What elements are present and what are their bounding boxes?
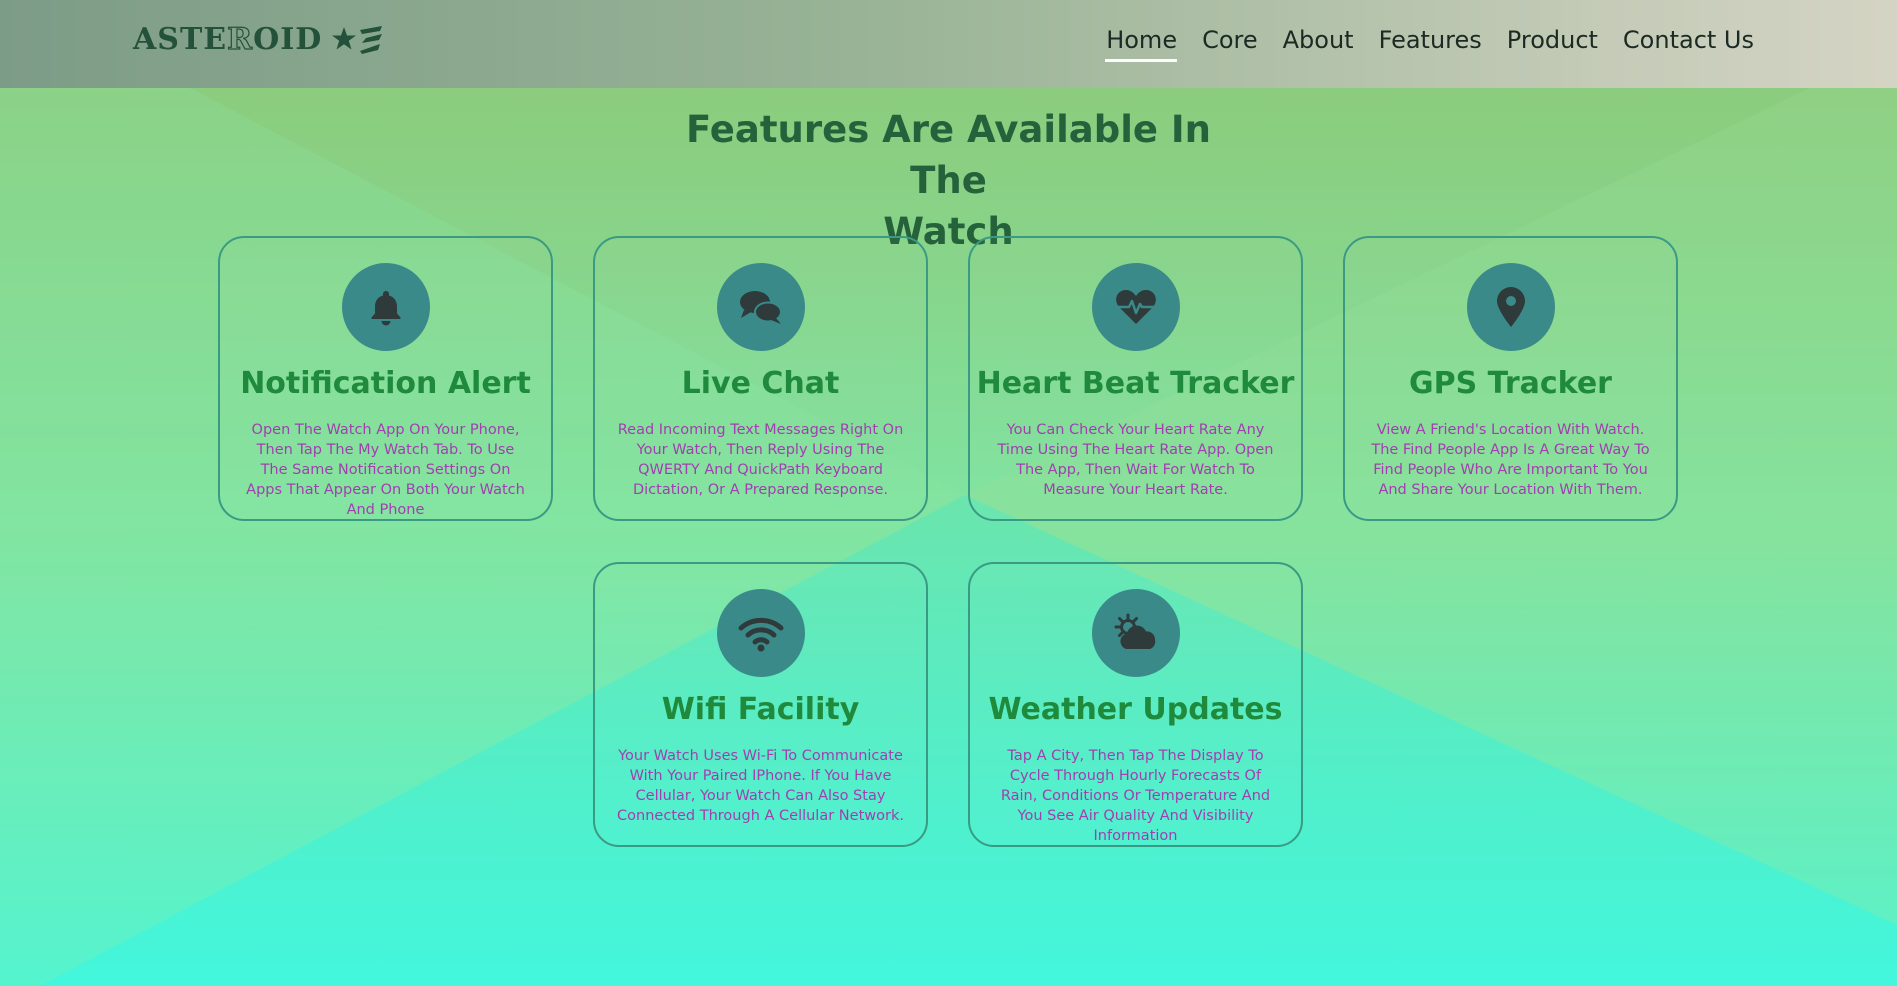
feature-card-live-chat: Live Chat Read Incoming Text Messages Ri…	[593, 236, 928, 521]
site-header: ASTE R OID Home Core About Features Produc…	[0, 0, 1897, 88]
feature-card-weather-updates: Weather Updates Tap A City, Then Tap The…	[968, 562, 1303, 847]
card-title: Live Chat	[681, 366, 840, 401]
wifi-icon	[716, 589, 805, 677]
main-nav: Home Core About Features Product Contact…	[1093, 26, 1766, 62]
page-title: Features Are Available In The Watch	[649, 104, 1249, 257]
feature-card-gps-tracker: GPS Tracker View A Friend's Location Wit…	[1343, 236, 1678, 521]
card-description: Open The Watch App On Your Phone, Then T…	[246, 422, 525, 518]
nav-item-home[interactable]: Home	[1093, 26, 1189, 62]
map-pin-icon	[1466, 263, 1555, 351]
title-line-1: Features Are Available In The	[686, 108, 1211, 202]
nav-item-core[interactable]: Core	[1189, 26, 1270, 62]
nav-item-about[interactable]: About	[1270, 26, 1366, 62]
star-stripes-icon	[332, 24, 386, 56]
card-description: You Can Check Your Heart Rate Any Time U…	[997, 422, 1274, 498]
card-title: Heart Beat Tracker	[976, 366, 1295, 401]
nav-item-product[interactable]: Product	[1494, 26, 1610, 62]
page: ASTE R OID Home Core About Features Produc…	[0, 0, 1897, 986]
nav-item-contact-us[interactable]: Contact Us	[1610, 26, 1766, 62]
sun-cloud-icon	[1091, 589, 1180, 677]
logo-text-part: OID	[253, 22, 323, 57]
chat-bubbles-icon	[716, 263, 805, 351]
card-description: Tap A City, Then Tap The Display To Cycl…	[1000, 748, 1271, 844]
card-title: GPS Tracker	[1409, 366, 1612, 401]
logo-text-part: ASTE	[133, 22, 228, 57]
logo-text-outline-part: R	[227, 21, 254, 57]
brand-logo[interactable]: ASTE R OID	[133, 21, 386, 58]
card-title: Weather Updates	[988, 692, 1283, 727]
feature-card-notification-alert: Notification Alert Open The Watch App On…	[218, 236, 553, 521]
features-section-heading: Features Are Available In The Watch	[0, 104, 1897, 257]
card-title: Notification Alert	[240, 366, 531, 401]
card-description: Your Watch Uses Wi-Fi To Communicate Wit…	[617, 748, 904, 824]
heart-pulse-icon	[1091, 263, 1180, 351]
feature-card-heart-beat-tracker: Heart Beat Tracker You Can Check Your He…	[968, 236, 1303, 521]
card-title: Wifi Facility	[661, 692, 860, 727]
card-description: Read Incoming Text Messages Right On You…	[617, 422, 904, 498]
bell-icon	[341, 263, 430, 351]
card-description: View A Friend's Location With Watch. The…	[1371, 422, 1650, 498]
nav-item-features[interactable]: Features	[1366, 26, 1494, 62]
feature-card-wifi-facility: Wifi Facility Your Watch Uses Wi-Fi To C…	[593, 562, 928, 847]
